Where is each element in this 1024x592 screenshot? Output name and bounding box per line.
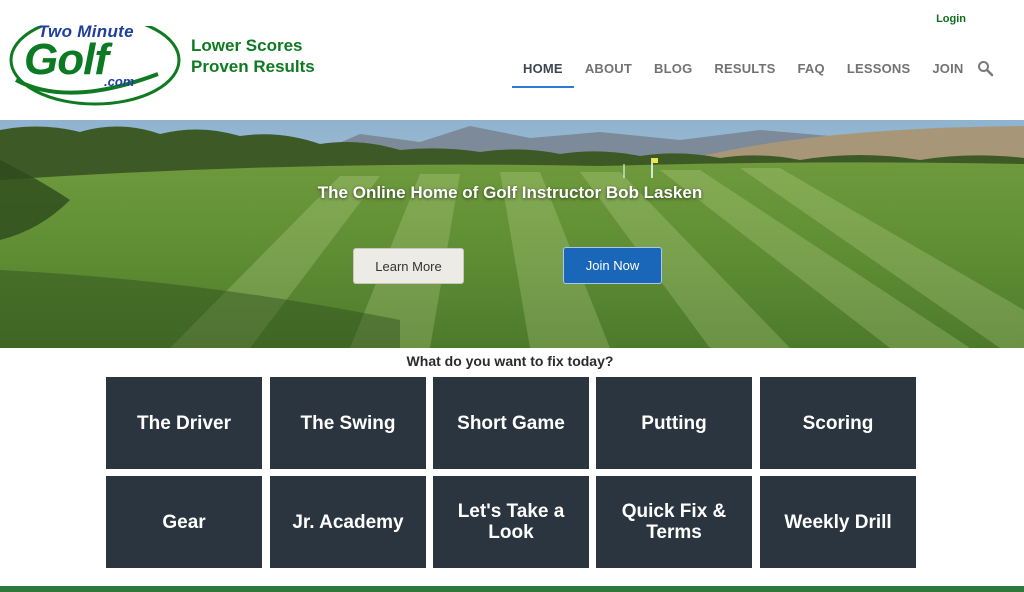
tile-weekly-drill[interactable]: Weekly Drill (760, 476, 916, 568)
hero-banner: The Online Home of Golf Instructor Bob L… (0, 120, 1024, 348)
tile-jr-academy[interactable]: Jr. Academy (270, 476, 426, 568)
join-now-button[interactable]: Join Now (563, 247, 662, 284)
main-nav: HOME ABOUT BLOG RESULTS FAQ LESSONS JOIN (512, 58, 995, 88)
tile-the-swing[interactable]: The Swing (270, 377, 426, 469)
tile-putting[interactable]: Putting (596, 377, 752, 469)
nav-item-about[interactable]: ABOUT (574, 58, 643, 88)
tile-short-game[interactable]: Short Game (433, 377, 589, 469)
tagline: Lower Scores Proven Results (191, 35, 315, 77)
site-logo[interactable]: Two Minute Golf .com (8, 10, 183, 108)
nav-item-blog[interactable]: BLOG (643, 58, 703, 88)
logo-text-golf: Golf (24, 35, 109, 84)
hero-title: The Online Home of Golf Instructor Bob L… (317, 183, 703, 202)
nav-item-home[interactable]: HOME (512, 58, 574, 88)
fix-heading: What do you want to fix today? (406, 353, 614, 369)
tile-gear[interactable]: Gear (106, 476, 262, 568)
login-link[interactable]: Login (936, 13, 966, 25)
nav-item-results[interactable]: RESULTS (703, 58, 786, 88)
tile-quick-fix-terms[interactable]: Quick Fix & Terms (596, 476, 752, 568)
tile-the-driver[interactable]: The Driver (106, 377, 262, 469)
tile-lets-take-a-look[interactable]: Let's Take a Look (433, 476, 589, 568)
logo-text-com: .com (104, 74, 135, 89)
search-icon[interactable] (977, 60, 995, 78)
site-header: Two Minute Golf .com Lower Scores Proven… (0, 0, 1024, 120)
nav-item-faq[interactable]: FAQ (787, 58, 836, 88)
footer-accent-bar (0, 586, 1024, 592)
nav-item-lessons[interactable]: LESSONS (836, 58, 922, 88)
learn-more-button[interactable]: Learn More (353, 248, 464, 284)
nav-item-join[interactable]: JOIN (921, 58, 974, 88)
tile-scoring[interactable]: Scoring (760, 377, 916, 469)
tagline-line-2: Proven Results (191, 57, 315, 76)
hero-golf-course-image (0, 120, 1024, 348)
tagline-line-1: Lower Scores (191, 36, 303, 55)
